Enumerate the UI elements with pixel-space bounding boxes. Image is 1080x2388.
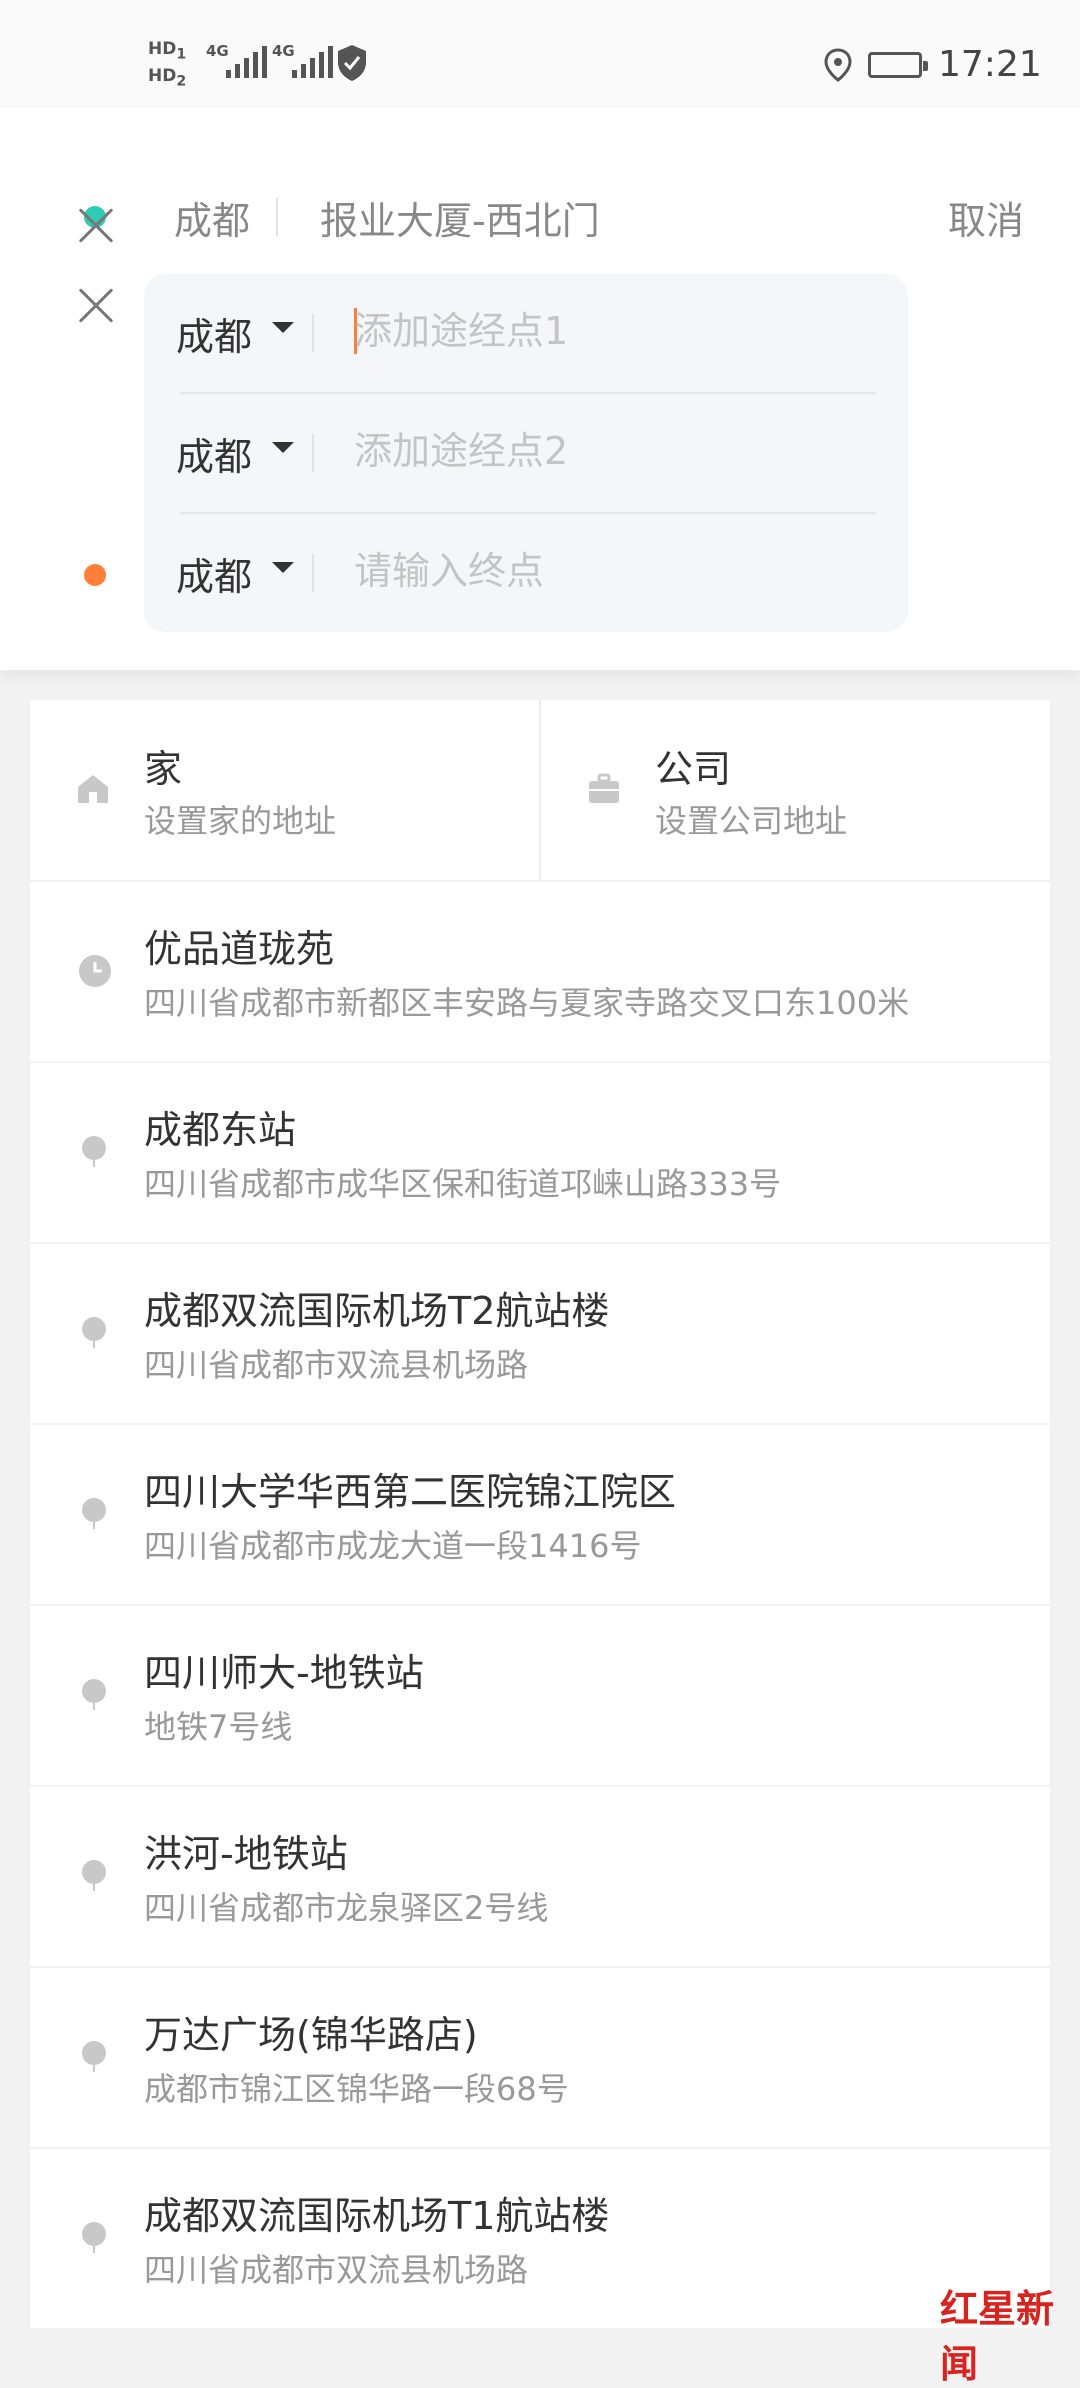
- home-shortcut[interactable]: 家 设置家的地址: [30, 700, 539, 880]
- place-title: 优品道珑苑: [144, 927, 335, 971]
- divider: [276, 198, 278, 236]
- home-icon: [76, 772, 110, 810]
- divider: [312, 434, 314, 472]
- place-address: 四川省成都市双流县机场路: [144, 2251, 529, 2289]
- list-item[interactable]: 洪河-地铁站 四川省成都市龙泉驿区2号线: [30, 1787, 1050, 1966]
- place-title: 成都双流国际机场T1航站楼: [144, 2194, 610, 2238]
- sim2-label: HD: [148, 66, 177, 87]
- briefcase-icon: [587, 772, 621, 810]
- location-pin-icon: [78, 1678, 110, 1716]
- battery-icon: [868, 52, 928, 78]
- location-pin-icon: [78, 1859, 110, 1897]
- list-item[interactable]: 万达广场(锦华路店) 成都市锦江区锦华路一段68号: [30, 1968, 1050, 2147]
- waypoint-row-2: 成都: [144, 394, 908, 512]
- shield-icon: [336, 44, 368, 86]
- location-pin-icon: [78, 1316, 110, 1354]
- remove-waypoint-1-close-icon[interactable]: [76, 206, 116, 246]
- destination-row: 成都: [144, 514, 908, 632]
- waypoint-1-city[interactable]: 成都: [176, 306, 252, 361]
- chevron-down-icon[interactable]: [272, 442, 294, 453]
- list-item[interactable]: 成都东站 四川省成都市成华区保和街道邛崃山路333号: [30, 1063, 1050, 1242]
- place-title: 四川师大-地铁站: [144, 1651, 424, 1695]
- waypoint-panel: 成都 成都 成都: [144, 274, 908, 632]
- location-pin-icon: [78, 1497, 110, 1535]
- clock-time: 17:21: [938, 44, 1042, 85]
- sim2-badge: 2: [176, 73, 187, 90]
- sim1-badge: 1: [176, 46, 187, 63]
- quick-addresses: 家 设置家的地址 公司 设置公司地址: [30, 700, 1050, 880]
- company-title: 公司: [655, 747, 732, 791]
- waypoint-1-input[interactable]: [354, 302, 874, 360]
- list-item[interactable]: 优品道珑苑 四川省成都市新都区丰安路与夏家寺路交叉口东100米: [30, 882, 1050, 1061]
- place-address: 四川省成都市成华区保和街道邛崃山路333号: [144, 1165, 782, 1203]
- waypoint-2-city[interactable]: 成都: [176, 426, 252, 481]
- text-cursor: [354, 308, 357, 354]
- home-subtitle: 设置家的地址: [144, 802, 337, 840]
- suggestion-list: 家 设置家的地址 公司 设置公司地址 优品道珑苑 四川省成都市新都区丰安路与夏家…: [30, 700, 1050, 2328]
- status-bar: HD1 HD2 4G 4G 17:21: [0, 0, 1080, 108]
- company-subtitle: 设置公司地址: [655, 802, 848, 840]
- watermark-logo: 红星新闻: [940, 2286, 1055, 2386]
- cancel-button[interactable]: 取消: [948, 190, 1024, 245]
- list-item[interactable]: 成都双流国际机场T2航站楼 四川省成都市双流县机场路: [30, 1244, 1050, 1423]
- end-dot-icon: [84, 564, 106, 586]
- location-pin-icon: [78, 1135, 110, 1173]
- chevron-down-icon[interactable]: [272, 322, 294, 333]
- place-title: 成都东站: [144, 1108, 297, 1152]
- list-item[interactable]: 四川大学华西第二医院锦江院区 四川省成都市成龙大道一段1416号: [30, 1425, 1050, 1604]
- place-title: 成都双流国际机场T2航站楼: [144, 1289, 610, 1333]
- place-address: 四川省成都市龙泉驿区2号线: [144, 1889, 549, 1927]
- divider: [312, 554, 314, 592]
- divider: [312, 314, 314, 352]
- home-title: 家: [144, 747, 183, 791]
- list-item[interactable]: 成都双流国际机场T1航站楼 四川省成都市双流县机场路: [30, 2149, 1050, 2328]
- place-title: 四川大学华西第二医院锦江院区: [144, 1470, 677, 1514]
- chevron-down-icon[interactable]: [272, 562, 294, 573]
- waypoint-row-1: 成都: [144, 274, 908, 392]
- location-icon: [824, 48, 852, 86]
- location-pin-icon: [78, 2040, 110, 2078]
- destination-input[interactable]: [354, 542, 874, 600]
- destination-city[interactable]: 成都: [176, 546, 252, 601]
- company-shortcut[interactable]: 公司 设置公司地址: [539, 700, 1050, 880]
- remove-waypoint-2-close-icon[interactable]: [76, 286, 116, 326]
- place-address: 四川省成都市成龙大道一段1416号: [144, 1527, 642, 1565]
- place-title: 洪河-地铁站: [144, 1832, 348, 1876]
- route-planner: 成都 报业大厦-西北门 取消 成都 成都 成都: [0, 108, 1080, 670]
- signal-icon: [226, 44, 267, 78]
- place-address: 成都市锦江区锦华路一段68号: [144, 2070, 569, 2108]
- clock-icon: [78, 954, 112, 992]
- place-title: 万达广场(锦华路店): [144, 2013, 478, 2057]
- list-item[interactable]: 四川师大-地铁站 地铁7号线: [30, 1606, 1050, 1785]
- waypoint-2-input[interactable]: [354, 422, 874, 480]
- place-address: 四川省成都市双流县机场路: [144, 1346, 529, 1384]
- place-address: 四川省成都市新都区丰安路与夏家寺路交叉口东100米: [144, 984, 910, 1022]
- origin-field[interactable]: 报业大厦-西北门: [320, 190, 600, 245]
- sim1-label: HD: [148, 39, 177, 59]
- sim-indicator: HD1 HD2: [148, 38, 186, 93]
- location-pin-icon: [78, 2221, 110, 2259]
- signal-icon: [292, 44, 333, 78]
- origin-city[interactable]: 成都: [174, 190, 250, 245]
- place-address: 地铁7号线: [144, 1708, 293, 1746]
